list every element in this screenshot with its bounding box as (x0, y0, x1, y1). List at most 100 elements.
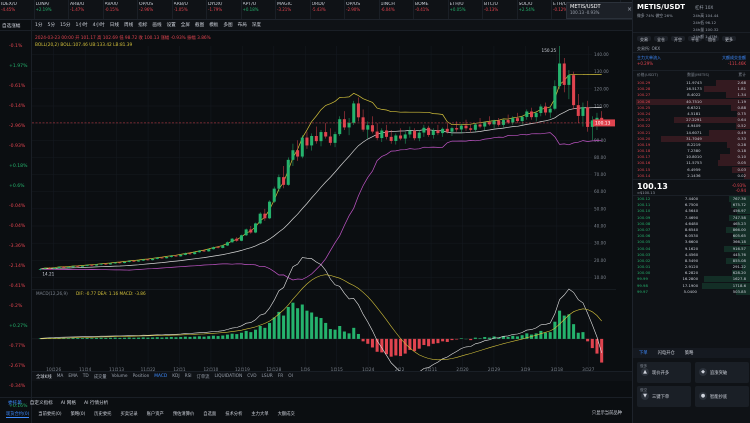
ticker-item[interactable]: IDEX/U -4.45% (0, 0, 35, 19)
indicator-toggle[interactable]: CVD (247, 374, 256, 379)
watchlist-change[interactable]: -0.04% (9, 224, 25, 229)
toolbar-item[interactable]: 1分 (35, 22, 43, 28)
ticker-item[interactable]: AVAX/-0.15% (104, 0, 138, 19)
price-chart[interactable]: 140.00130.00120.00110.00100.0090.0080.00… (32, 31, 616, 371)
indicator-toggle[interactable]: LIQUIDATION (214, 374, 242, 379)
macd-bar (123, 337, 127, 339)
order-type-tab[interactable]: 闪电开仓 (658, 350, 675, 356)
indicator-toggle[interactable]: MA (57, 374, 64, 379)
indicator-toggle[interactable]: Position (133, 374, 150, 379)
ticker-item[interactable]: ARB/U -1.05% (173, 0, 207, 19)
toolbar-item[interactable]: 5分 (48, 22, 56, 28)
indicator-toggle[interactable]: LSUR (262, 374, 273, 379)
toolbar-item[interactable]: 布局 (238, 22, 247, 28)
indicator-toggle[interactable]: 成交量 (94, 374, 107, 380)
watchlist-change[interactable]: -0.93% (9, 144, 25, 149)
watchlist-change[interactable]: -3.36% (9, 244, 25, 249)
ticker-item[interactable]: DYDX/-1.79% (207, 0, 242, 19)
ticker-change: -3.21% (277, 7, 292, 12)
quick-action-button[interactable]: 做多 ▲ 现价开多 (637, 362, 691, 383)
toolbar-item[interactable]: 深度 (252, 22, 261, 28)
ticker-item[interactable]: LUNA/+2.19% (35, 0, 69, 19)
active-pair-tab[interactable]: METIS/USDT 100.13 -0.93% × (566, 2, 636, 19)
watchlist-change[interactable]: -2.67% (9, 364, 25, 369)
toolbar-item[interactable]: 日线 (110, 22, 119, 28)
indicator-toggle[interactable]: MACD (154, 374, 167, 379)
bottom-tab[interactable]: 委托单 (8, 400, 22, 406)
bottom-tab[interactable]: AI 行情分析 (84, 400, 108, 406)
order-type-tab[interactable]: 下单 (639, 350, 648, 356)
toolbar-item[interactable]: 多图 (223, 22, 232, 28)
order-subtab[interactable]: 大额成交 (278, 411, 295, 417)
order-subtab[interactable]: 买卖记录 (120, 411, 137, 417)
order-subtab[interactable]: 预估清算价 (173, 411, 194, 417)
toolbar-item[interactable]: 4小时 (93, 22, 105, 28)
indicator-toggle[interactable]: 全球K线 (36, 374, 52, 380)
trade-action-button[interactable]: 交易 (637, 36, 651, 42)
watchlist-change[interactable]: -0.1% (9, 44, 22, 49)
watchlist-change[interactable]: -0.41% (9, 284, 25, 289)
quick-action-button[interactable]: 做空 ▼ 三键下单 (637, 386, 691, 407)
orderbook-row[interactable]: 99.97 5.0400 503.85 (633, 288, 750, 295)
toolbar-item[interactable]: 指标 (138, 22, 147, 28)
leverage-label[interactable]: 杠杆 10X (695, 5, 713, 11)
order-subtab[interactable]: 历史委托 (94, 411, 111, 417)
order-subtab[interactable]: 当前委托(0) (38, 411, 61, 417)
order-subtab[interactable]: 策略(0) (71, 411, 86, 417)
price-tick: 20.00 (594, 258, 606, 263)
ticker-item[interactable]: SOL/U +2.54% (518, 0, 552, 19)
toolbar-item[interactable]: 画线 (152, 22, 161, 28)
watchlist-change[interactable]: -0.61% (9, 84, 25, 89)
order-subtab[interactable]: 主力大单 (251, 411, 268, 417)
ticker-item[interactable]: ORDI/-5.43% (311, 0, 345, 19)
ticker-item[interactable]: ARB/U -1.47% (69, 0, 104, 19)
order-subtab[interactable]: 技术分析 (225, 411, 242, 417)
price-tick: 30.00 (594, 241, 606, 246)
ticker-item[interactable]: ETH/U +0.05% (449, 0, 483, 19)
ticker-item[interactable]: APT/U +0.18% (242, 0, 276, 19)
indicator-toggle[interactable]: OI (288, 374, 293, 379)
indicator-toggle[interactable]: KDJ (172, 374, 179, 379)
quick-action-button[interactable]: ◆ 追涨突破 (695, 362, 749, 383)
toolbar-item[interactable]: 全屏 (181, 22, 190, 28)
indicator-toggle[interactable]: EMA (68, 374, 77, 379)
order-subtab[interactable]: 账户资产 (147, 411, 164, 417)
indicator-toggle[interactable]: FR (278, 374, 283, 379)
watchlist-change[interactable]: +0.27% (9, 324, 27, 329)
bottom-tab[interactable]: 自定义指标 (30, 400, 53, 406)
watchlist-change[interactable]: -0.77% (9, 344, 25, 349)
indicator-toggle[interactable]: 订单流 (197, 374, 210, 380)
indicator-toggle[interactable]: Volume (112, 374, 128, 379)
watchlist-change[interactable]: -2.14% (9, 264, 25, 269)
watchlist-change[interactable]: +0.18% (9, 164, 27, 169)
toolbar-item[interactable]: 1小时 (76, 22, 88, 28)
quick-action-button[interactable]: ● 智能抄底 (695, 386, 749, 407)
toolbar-item[interactable]: 模板 (209, 22, 218, 28)
trade-action-button[interactable]: 全仓 (654, 36, 668, 42)
toolbar-item[interactable]: 设置 (167, 22, 176, 28)
watchlist-change[interactable]: -0.04% (9, 204, 25, 209)
indicator-toggle[interactable]: RSI (185, 374, 192, 379)
watchlist-change[interactable]: +1.97% (9, 64, 27, 69)
ticker-item[interactable]: BOME -0.41% (414, 0, 449, 19)
candle (567, 70, 571, 100)
ticker-item[interactable]: 1INCH -6.04% (380, 0, 414, 19)
bottom-tab[interactable]: AI 网格 (61, 400, 76, 406)
watchlist-change[interactable]: -0.14% (9, 104, 25, 109)
hide-other-pairs-toggle[interactable]: 只显示当前品种 (592, 410, 622, 416)
ticker-item[interactable]: OP/US -2.90% (345, 0, 380, 19)
toolbar-item[interactable]: 15分 (60, 22, 70, 28)
watchlist-change[interactable]: -2.96% (9, 124, 25, 129)
toolbar-item[interactable]: 周线 (124, 22, 133, 28)
order-subtab[interactable]: 自选面 (203, 411, 216, 417)
ticker-item[interactable]: OP/US -2.96% (138, 0, 173, 19)
indicator-toggle[interactable]: TD (83, 374, 89, 379)
order-type-tab[interactable]: 策略 (685, 350, 694, 356)
ticker-item[interactable]: MAGIC -3.21% (276, 0, 311, 19)
toolbar-item[interactable]: 截图 (195, 22, 204, 28)
watchlist-change[interactable]: -0.2% (9, 304, 22, 309)
order-subtab[interactable]: 现货合约(0) (6, 411, 30, 418)
watchlist-change[interactable]: +0.6% (9, 184, 25, 189)
ticker-item[interactable]: BTC/U -0.13% (483, 0, 518, 19)
trade-action-button[interactable]: 开空 (671, 36, 685, 42)
